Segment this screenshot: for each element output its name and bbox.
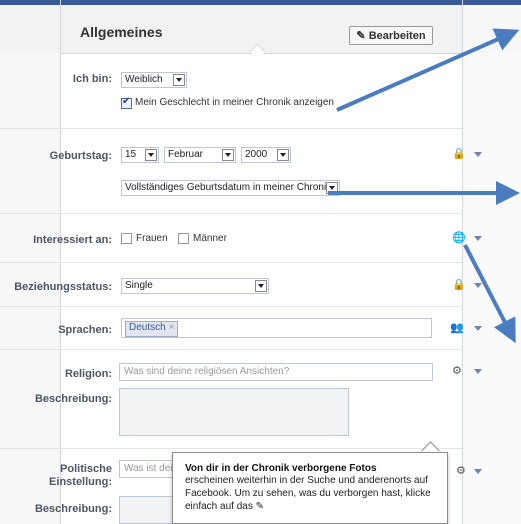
language-token[interactable]: Deutsch ×: [125, 321, 179, 337]
religion-description-label: Beschreibung:: [34, 393, 112, 405]
pencil-icon: ✎: [356, 30, 366, 42]
politics-description-label: Beschreibung:: [34, 503, 112, 515]
show-gender-label: Mein Geschlecht in meiner Chronik anzeig…: [135, 97, 334, 108]
header-right-pad: [462, 5, 521, 53]
globe-icon[interactable]: 🌐: [452, 231, 466, 244]
women-checkbox[interactable]: [121, 233, 132, 244]
birthday-month: Februar: [168, 149, 204, 160]
divider: [0, 213, 462, 214]
privacy-dropdown-caret[interactable]: [474, 469, 482, 474]
divider: [0, 262, 462, 263]
edit-button[interactable]: ✎ Bearbeiten: [349, 26, 433, 45]
gender-value: Weiblich: [125, 74, 163, 85]
birthday-display-select[interactable]: Vollständiges Geburtsdatum in meiner Chr…: [121, 180, 340, 196]
section-title: Allgemeines: [80, 24, 163, 40]
pencil-icon: ✎: [255, 501, 264, 512]
politics-label-line1: Politische: [60, 463, 112, 475]
women-label: Frauen: [136, 233, 168, 244]
edit-button-label: Bearbeiten: [368, 30, 426, 42]
birthday-day: 15: [125, 149, 137, 160]
divider: [0, 349, 462, 350]
divider: [0, 448, 462, 449]
divider: [0, 128, 462, 129]
relationship-select[interactable]: Single: [121, 278, 269, 294]
tooltip-line-1: erscheinen weiterhin in der Suche und an…: [185, 475, 428, 486]
lock-icon[interactable]: 🔒: [452, 278, 466, 291]
close-icon[interactable]: ×: [168, 322, 174, 333]
right-gutter: [462, 53, 521, 524]
gear-icon[interactable]: ⚙: [452, 364, 462, 377]
language-token-label: Deutsch: [129, 322, 166, 333]
relationship-label: Beziehungsstatus:: [14, 281, 112, 293]
religion-placeholder: Was sind deine religiösen Ansichten?: [124, 366, 290, 377]
chevron-down-icon: [326, 182, 338, 194]
men-label: Männer: [193, 233, 227, 244]
chevron-down-icon: [222, 149, 234, 161]
birthday-day-select[interactable]: 15: [121, 147, 159, 163]
politics-placeholder: Was ist dein: [124, 463, 179, 474]
hidden-photos-tooltip: Von dir in der Chronik verborgene Fotos …: [172, 452, 448, 524]
languages-label: Sprachen:: [58, 324, 112, 336]
privacy-dropdown-caret[interactable]: [474, 369, 482, 374]
chevron-down-icon: [145, 149, 157, 161]
gender-select[interactable]: Weiblich: [121, 72, 187, 88]
birthday-month-select[interactable]: Februar: [164, 147, 236, 163]
right-border: [462, 0, 463, 524]
divider: [0, 306, 462, 307]
religion-label: Religion:: [64, 368, 112, 380]
show-gender-checkbox[interactable]: [121, 96, 132, 109]
gender-label: Ich bin:: [72, 73, 112, 85]
privacy-dropdown-caret[interactable]: [474, 283, 482, 288]
interested-label: Interessiert an:: [33, 234, 112, 246]
tooltip-line-3-text: einfach auf das: [185, 501, 253, 512]
birthday-year: 2000: [245, 149, 268, 160]
lock-icon[interactable]: 🔒: [452, 147, 466, 160]
tooltip-line-3: einfach auf das ✎: [185, 500, 435, 513]
religion-description-textarea[interactable]: [119, 388, 349, 436]
languages-input[interactable]: Deutsch ×: [121, 318, 432, 338]
chevron-down-icon: [255, 280, 267, 292]
politics-label-line2: Einstellung:: [49, 476, 112, 488]
privacy-dropdown-caret[interactable]: [474, 326, 482, 331]
tooltip-line-2: Facebook. Um zu sehen, was du verborgen …: [185, 488, 431, 499]
people-icon[interactable]: 👥: [450, 321, 464, 334]
birthday-label: Geburtstag:: [49, 150, 112, 162]
gear-icon[interactable]: ⚙: [456, 464, 466, 477]
privacy-dropdown-caret[interactable]: [474, 236, 482, 241]
privacy-dropdown-caret[interactable]: [474, 152, 482, 157]
chevron-down-icon: [277, 149, 289, 161]
chevron-down-icon: [173, 74, 185, 86]
birthday-year-select[interactable]: 2000: [241, 147, 291, 163]
religion-input[interactable]: Was sind deine religiösen Ansichten?: [119, 363, 433, 381]
men-checkbox[interactable]: [178, 233, 189, 244]
relationship-value: Single: [125, 280, 153, 291]
tooltip-title: Von dir in der Chronik verborgene Fotos: [185, 463, 377, 474]
birthday-display-value: Vollständiges Geburtsdatum in meiner Chr…: [125, 182, 327, 193]
politics-description-textarea[interactable]: [119, 496, 179, 524]
